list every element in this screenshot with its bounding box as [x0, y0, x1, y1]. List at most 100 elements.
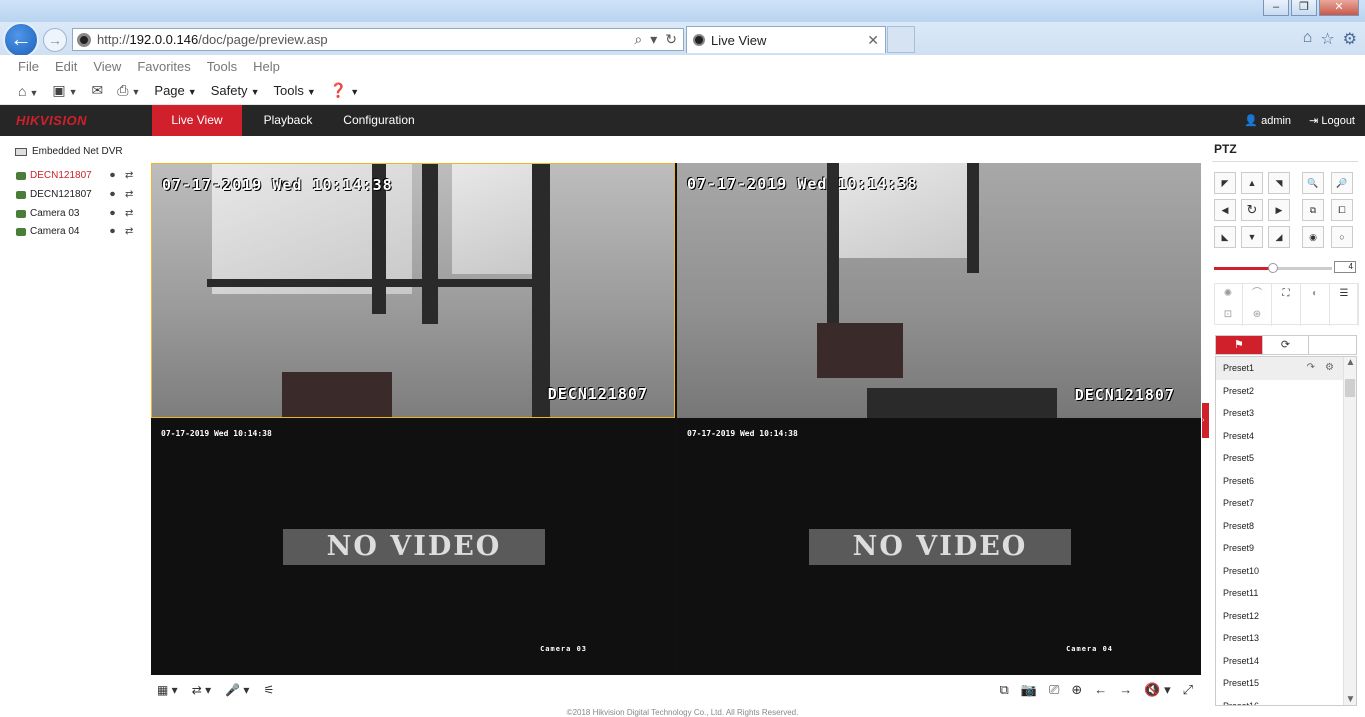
- ptz-speed-slider[interactable]: [1214, 263, 1332, 273]
- preset-item[interactable]: Preset15: [1216, 672, 1356, 695]
- logout-button[interactable]: ⇥ Logout: [1309, 114, 1355, 127]
- browser-tab[interactable]: Live View ✕: [686, 26, 886, 53]
- menu-help[interactable]: Help: [253, 59, 280, 74]
- menu-favorites[interactable]: Favorites: [137, 59, 190, 74]
- tab-pattern[interactable]: [1309, 336, 1356, 354]
- preset-item[interactable]: Preset5: [1216, 447, 1356, 470]
- home-icon[interactable]: ⌂: [1303, 29, 1313, 49]
- tab-live-view[interactable]: Live View: [152, 105, 242, 136]
- preset-item[interactable]: Preset14: [1216, 650, 1356, 673]
- stream-icon[interactable]: ⇄: [125, 208, 133, 219]
- chevron-down-icon[interactable]: ▾: [650, 31, 657, 48]
- tab-close-icon[interactable]: ✕: [867, 32, 879, 49]
- tab-configuration[interactable]: Configuration: [336, 105, 422, 136]
- camera-item-1[interactable]: DECN121807 ⏺ ⇄: [16, 170, 146, 181]
- digital-zoom-icon[interactable]: ⊕: [1071, 682, 1082, 698]
- iris-close-button[interactable]: ◉: [1302, 226, 1324, 248]
- menu-edit[interactable]: Edit: [55, 59, 77, 74]
- preset-item[interactable]: Preset9: [1216, 537, 1356, 560]
- pan-right-button[interactable]: ▶: [1268, 199, 1290, 221]
- preset-item[interactable]: Preset4: [1216, 425, 1356, 448]
- back-button[interactable]: ←: [3, 22, 39, 58]
- page-menu[interactable]: Page ▼: [154, 83, 196, 98]
- preset-item[interactable]: Preset10: [1216, 560, 1356, 583]
- video-pane-2[interactable]: 07-17-2019 Wed 10:14:38 DECN121807: [677, 163, 1201, 418]
- address-field[interactable]: http://192.0.0.146/doc/page/preview.asp …: [72, 28, 684, 51]
- window-layout-icon[interactable]: ▦ ▾: [157, 683, 178, 697]
- focus-assist-icon[interactable]: ⛶: [1272, 283, 1301, 305]
- collapse-panel-tab[interactable]: ›: [1202, 403, 1209, 438]
- zoom-in-button[interactable]: 🔎: [1331, 172, 1353, 194]
- manual-track-icon[interactable]: ⊡: [1214, 304, 1243, 326]
- stop-all-icon[interactable]: ⧉: [999, 682, 1008, 698]
- microphone-icon[interactable]: 🎤 ▾: [225, 683, 249, 697]
- preset-item[interactable]: Preset8: [1216, 515, 1356, 538]
- tab-presets[interactable]: ⚑: [1216, 336, 1263, 354]
- talk-icon[interactable]: ⚟: [263, 683, 274, 697]
- fullscreen-icon[interactable]: ⤢: [1183, 682, 1193, 698]
- set-preset-gear-icon[interactable]: ⚙: [1325, 357, 1334, 380]
- wiper-icon[interactable]: ⌒: [1243, 283, 1272, 305]
- maximize-button[interactable]: ❐: [1291, 0, 1317, 16]
- record-icon[interactable]: ⏺: [110, 189, 115, 200]
- preset-item[interactable]: Preset2: [1216, 380, 1356, 403]
- pan-up-right-button[interactable]: ◥: [1268, 172, 1290, 194]
- lens-init-icon[interactable]: ◐: [1301, 283, 1330, 305]
- pan-left-button[interactable]: ◀: [1214, 199, 1236, 221]
- home-icon[interactable]: ⌂ ▼: [18, 83, 38, 99]
- video-pane-1[interactable]: 07-17-2019 Wed 10:14:38 DECN121807: [151, 163, 675, 418]
- stream-icon[interactable]: ⇄: [125, 170, 133, 181]
- feeds-icon[interactable]: ▣ ▼: [52, 82, 77, 99]
- camera-item-2[interactable]: DECN121807 ⏺ ⇄: [16, 189, 146, 200]
- preset-item[interactable]: Preset11: [1216, 582, 1356, 605]
- preset-item[interactable]: Preset3: [1216, 402, 1356, 425]
- capture-icon[interactable]: 📷: [1021, 682, 1037, 698]
- record-icon[interactable]: ⏺: [110, 170, 115, 181]
- record-icon[interactable]: ⏺: [110, 208, 115, 219]
- preset-item[interactable]: Preset7: [1216, 492, 1356, 515]
- menu-file[interactable]: File: [18, 59, 39, 74]
- video-pane-4[interactable]: 07-17-2019 Wed 10:14:38 NO VIDEO Camera …: [677, 420, 1201, 675]
- volume-icon[interactable]: 🔇 ▾: [1144, 682, 1170, 698]
- close-window-button[interactable]: ✕: [1319, 0, 1359, 16]
- stream-type-icon[interactable]: ⇄ ▾: [192, 683, 211, 697]
- iris-open-button[interactable]: ○: [1331, 226, 1353, 248]
- print-icon[interactable]: ⎙ ▼: [117, 82, 140, 99]
- preset-item[interactable]: Preset6: [1216, 470, 1356, 493]
- auto-pan-button[interactable]: ↻: [1241, 199, 1263, 221]
- search-icon[interactable]: ⌕: [634, 31, 642, 48]
- stream-icon[interactable]: ⇄: [125, 226, 133, 237]
- stream-icon[interactable]: ⇄: [125, 189, 133, 200]
- tools-menu[interactable]: Tools ▼: [273, 83, 315, 98]
- pan-down-right-button[interactable]: ◢: [1268, 226, 1290, 248]
- mail-icon[interactable]: ✉: [92, 82, 104, 99]
- camera-item-4[interactable]: Camera 04 ⏺ ⇄: [16, 226, 146, 237]
- light-icon[interactable]: ✺: [1214, 283, 1243, 305]
- tab-patrol[interactable]: ⟳: [1263, 336, 1310, 354]
- tab-playback[interactable]: Playback: [252, 105, 324, 136]
- scroll-up-icon[interactable]: ▲: [1344, 357, 1356, 368]
- previous-page-icon[interactable]: ←: [1094, 682, 1107, 698]
- refresh-icon[interactable]: ↻: [665, 31, 677, 48]
- pan-up-left-button[interactable]: ◤: [1214, 172, 1236, 194]
- speed-slider-handle[interactable]: [1268, 263, 1278, 273]
- record-icon[interactable]: ⏺: [110, 226, 115, 237]
- zoom-3d-icon[interactable]: ⊛: [1243, 304, 1272, 326]
- minimize-button[interactable]: –: [1263, 0, 1289, 16]
- next-page-icon[interactable]: →: [1119, 682, 1132, 698]
- pan-down-left-button[interactable]: ◣: [1214, 226, 1236, 248]
- new-tab-button[interactable]: [887, 26, 915, 53]
- focus-near-button[interactable]: ⧉: [1302, 199, 1324, 221]
- focus-far-button[interactable]: ⧠: [1331, 199, 1353, 221]
- device-root[interactable]: Embedded Net DVR: [15, 146, 123, 157]
- forward-button[interactable]: →: [43, 28, 67, 52]
- pan-up-button[interactable]: ▲: [1241, 172, 1263, 194]
- safety-menu[interactable]: Safety ▼: [211, 83, 260, 98]
- scroll-down-icon[interactable]: ▼: [1344, 694, 1356, 705]
- pan-down-button[interactable]: ▼: [1241, 226, 1263, 248]
- zoom-out-button[interactable]: 🔍: [1302, 172, 1324, 194]
- preset-item[interactable]: Preset13: [1216, 627, 1356, 650]
- preset-scrollbar[interactable]: ▲ ▼: [1343, 357, 1356, 705]
- preset-item[interactable]: Preset16: [1216, 695, 1356, 706]
- record-all-icon[interactable]: ⎚: [1049, 682, 1059, 698]
